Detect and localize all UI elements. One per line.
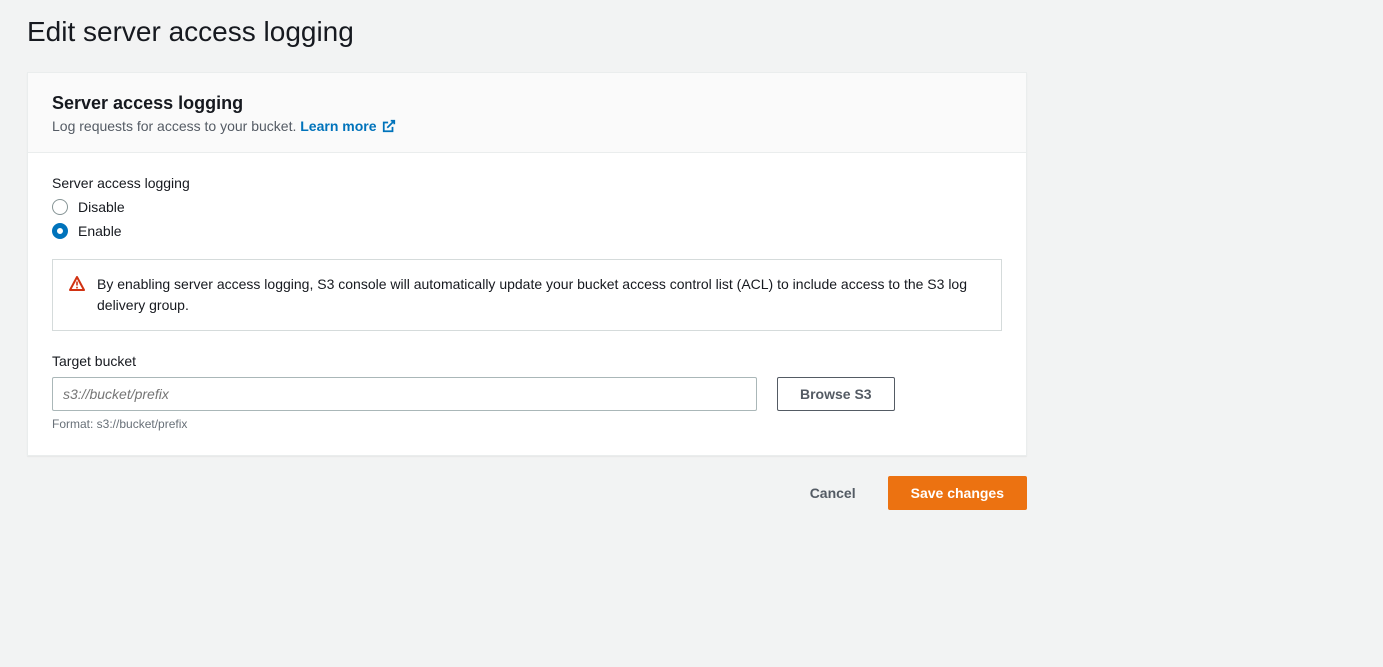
target-format-hint: Format: s3://bucket/prefix bbox=[52, 417, 1002, 431]
radio-disable-label: Disable bbox=[78, 199, 125, 215]
radio-icon bbox=[52, 223, 68, 239]
target-bucket-label: Target bucket bbox=[52, 353, 1002, 369]
panel-header: Server access logging Log requests for a… bbox=[28, 73, 1026, 153]
warning-text: By enabling server access logging, S3 co… bbox=[97, 274, 985, 316]
cancel-button[interactable]: Cancel bbox=[788, 476, 878, 510]
radio-icon bbox=[52, 199, 68, 215]
save-changes-button[interactable]: Save changes bbox=[888, 476, 1027, 510]
panel-title: Server access logging bbox=[52, 93, 1002, 114]
server-access-logging-panel: Server access logging Log requests for a… bbox=[27, 72, 1027, 456]
radio-group: Disable Enable bbox=[52, 199, 1002, 239]
footer-actions: Cancel Save changes bbox=[27, 456, 1027, 530]
warning-icon bbox=[69, 276, 85, 316]
page-title: Edit server access logging bbox=[27, 0, 1356, 72]
warning-alert: By enabling server access logging, S3 co… bbox=[52, 259, 1002, 331]
radio-disable[interactable]: Disable bbox=[52, 199, 1002, 215]
target-bucket-input[interactable] bbox=[52, 377, 757, 411]
section-label: Server access logging bbox=[52, 175, 1002, 191]
learn-more-link[interactable]: Learn more bbox=[300, 118, 396, 134]
browse-s3-button[interactable]: Browse S3 bbox=[777, 377, 895, 411]
radio-enable-label: Enable bbox=[78, 223, 122, 239]
external-link-icon bbox=[382, 119, 396, 133]
radio-enable[interactable]: Enable bbox=[52, 223, 1002, 239]
panel-body: Server access logging Disable Enable bbox=[28, 153, 1026, 455]
panel-description: Log requests for access to your bucket. … bbox=[52, 118, 1002, 134]
